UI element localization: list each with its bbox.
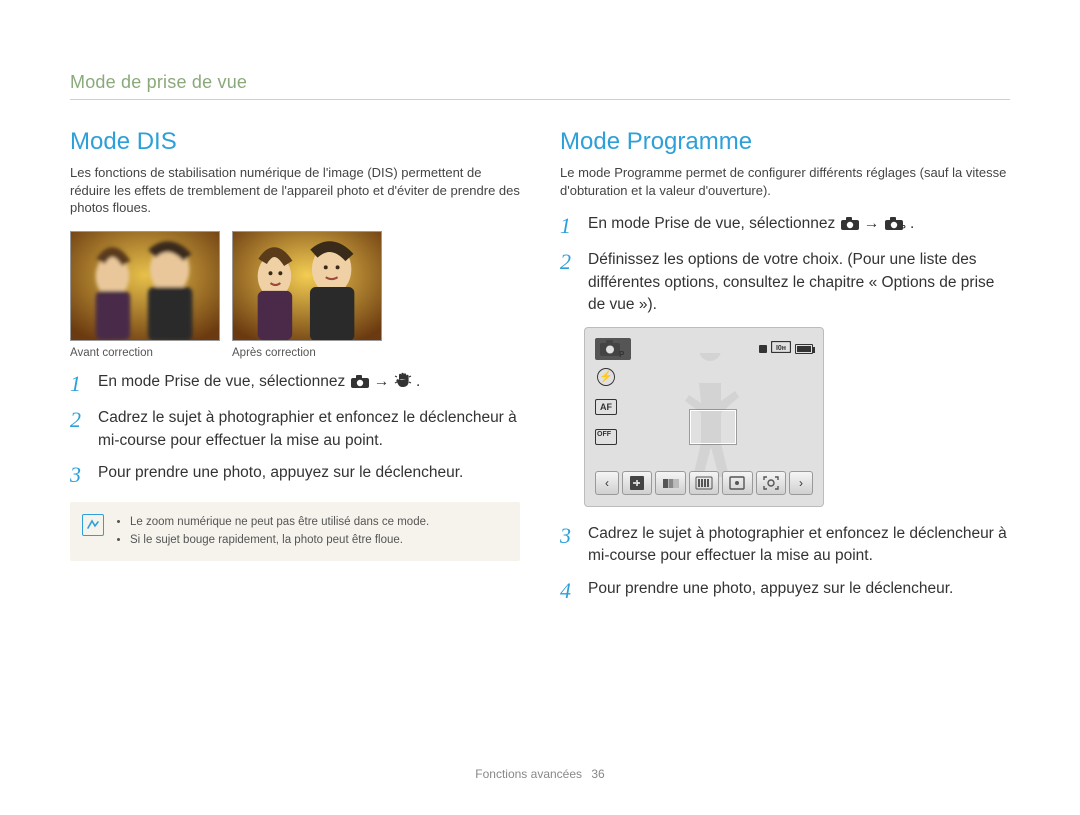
wb-icon [655, 471, 685, 495]
camera-icon [840, 216, 860, 238]
steps-programme-cont: 3 Cadrez le sujet à photographier et enf… [560, 523, 1010, 604]
hand-icon [394, 371, 412, 396]
intro-dis: Les fonctions de stabilisation numérique… [70, 164, 520, 217]
step-number: 2 [70, 407, 88, 452]
camera-p-icon: P [884, 216, 906, 238]
step-text: Cadrez le sujet à photographier et enfon… [98, 407, 520, 452]
resolution-icon: I0н [771, 340, 791, 358]
manual-page: Mode de prise de vue Mode DIS Les foncti… [0, 0, 1080, 815]
battery-icon [795, 344, 813, 354]
page-footer: Fonctions avancées 36 [0, 767, 1080, 781]
photo-captions: Avant correction Après correction [70, 347, 520, 359]
intro-programme: Le mode Programme permet de configurer d… [560, 164, 1010, 199]
step-3: 3 Cadrez le sujet à photographier et enf… [560, 523, 1010, 568]
steps-programme: 1 En mode Prise de vue, sélectionnez → P… [560, 213, 1010, 317]
prev-arrow-icon: ‹ [595, 471, 619, 495]
svg-text:P: P [619, 350, 625, 358]
screen-side-icons: ⚡ AF OFF [595, 366, 617, 448]
mode-badge-icon: P [595, 338, 631, 360]
chapter-title: Mode de prise de vue [70, 72, 1010, 93]
note-icon [82, 514, 104, 536]
iso-icon [689, 471, 719, 495]
single-shot-icon [759, 345, 767, 353]
metering-icon [722, 471, 752, 495]
screen-bottom-toolbar: ‹ › [595, 470, 813, 496]
step-2: 2 Définissez les options de votre choix.… [560, 249, 1010, 316]
note-item: Le zoom numérique ne peut pas être utili… [130, 514, 506, 531]
left-column: Mode DIS Les fonctions de stabilisation … [70, 128, 520, 614]
ev-icon [622, 471, 652, 495]
example-photos [70, 231, 520, 341]
photo-before [70, 231, 220, 341]
flash-icon: ⚡ [595, 366, 617, 388]
af-icon: AF [595, 396, 617, 418]
section-title-programme: Mode Programme [560, 128, 1010, 156]
step-number: 3 [70, 462, 88, 488]
chapter-rule [70, 99, 1010, 100]
step-3: 3 Pour prendre une photo, appuyez sur le… [70, 462, 520, 488]
focus-frame-icon [690, 410, 736, 444]
next-arrow-icon: › [789, 471, 813, 495]
step-text: En mode Prise de vue, sélectionnez → . [98, 371, 520, 397]
svg-text:P: P [901, 225, 906, 231]
step-number: 1 [560, 213, 578, 239]
step-4: 4 Pour prendre une photo, appuyez sur le… [560, 578, 1010, 604]
step-text: Pour prendre une photo, appuyez sur le d… [98, 462, 520, 488]
right-column: Mode Programme Le mode Programme permet … [560, 128, 1010, 614]
step-text: Pour prendre une photo, appuyez sur le d… [588, 578, 1010, 604]
step-number: 3 [560, 523, 578, 568]
step-1: 1 En mode Prise de vue, sélectionnez → P… [560, 213, 1010, 239]
face-detect-icon [756, 471, 786, 495]
camera-screen-diagram: P I0н ⚡ AF OFF [584, 327, 824, 507]
steps-dis: 1 En mode Prise de vue, sélectionnez → . [70, 371, 520, 489]
footer-section: Fonctions avancées [475, 767, 582, 781]
caption-before: Avant correction [70, 347, 220, 359]
note-box: Le zoom numérique ne peut pas être utili… [70, 502, 520, 561]
note-list: Le zoom numérique ne peut pas être utili… [116, 514, 506, 549]
photo-after [232, 231, 382, 341]
step-text: Cadrez le sujet à photographier et enfon… [588, 523, 1010, 568]
camera-icon [350, 374, 370, 396]
screen-status-icons: I0н [759, 340, 813, 358]
step-number: 4 [560, 578, 578, 604]
step-number: 1 [70, 371, 88, 397]
page-number: 36 [591, 767, 604, 781]
step-1: 1 En mode Prise de vue, sélectionnez → . [70, 371, 520, 397]
step-number: 2 [560, 249, 578, 316]
step-2: 2 Cadrez le sujet à photographier et enf… [70, 407, 520, 452]
section-title-dis: Mode DIS [70, 128, 520, 156]
two-column-layout: Mode DIS Les fonctions de stabilisation … [70, 128, 1010, 614]
caption-after: Après correction [232, 347, 316, 359]
note-item: Si le sujet bouge rapidement, la photo p… [130, 532, 506, 549]
svg-text:I0н: I0н [776, 345, 786, 352]
timer-off-icon: OFF [595, 426, 617, 448]
step-text: Définissez les options de votre choix. (… [588, 249, 1010, 316]
step-text: En mode Prise de vue, sélectionnez → P . [588, 213, 1010, 239]
